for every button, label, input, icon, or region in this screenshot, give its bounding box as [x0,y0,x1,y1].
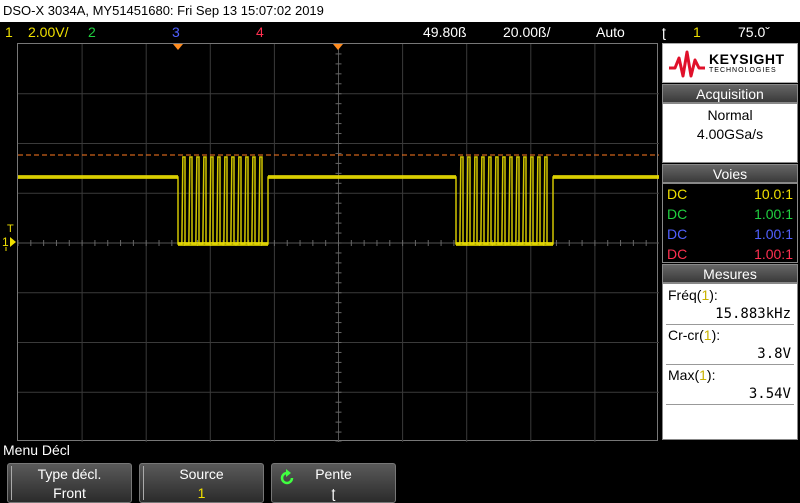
acquisition-mode: Normal [707,107,753,123]
scope-grid [18,44,659,442]
ch3-probe: 1.00:1 [754,226,793,242]
softkey-source-value: 1 [197,485,206,501]
freq-label: Fréq(1): [668,287,718,303]
channel-row-3[interactable]: DC 1.00:1 [663,224,797,244]
softkey-source-label: Source [179,466,224,482]
trigger-level[interactable]: 75.0ˇ [738,22,770,42]
ch3-coupling: DC [667,226,688,242]
acquisition-panel[interactable]: Normal 4.00GSa/s [662,103,798,163]
side-panel: KEYSIGHT TECHNOLOGIES Acquisition Normal… [660,43,800,441]
left-marker-gutter: T 1 [0,43,17,441]
ch1-idle-band [553,175,659,179]
channel-row-1[interactable]: DC 10.0:1 [663,184,797,204]
trigger-mode[interactable]: Auto [596,22,625,42]
softkey-trigger-type-value: Front [53,485,86,501]
pp-channel: 1 [703,327,712,343]
status-bar: 1 2.00V/ 2 3 4 49.80ß 20.00ß/ Auto ʈ 1 7… [0,22,800,42]
ch2-probe: 1.00:1 [754,206,793,222]
peak-peak-label: Cr-cr(1): [668,327,721,343]
softkey-source[interactable]: Source 1 [139,463,264,503]
channels-header: Voies [662,164,798,183]
max-value: 3.54V [748,386,791,402]
ch2-coupling: DC [667,206,688,222]
channel-row-2[interactable]: DC 1.00:1 [663,204,797,224]
ch1-idle-band [18,175,178,179]
freq-value: 15.883kHz [715,306,791,322]
ch4-number[interactable]: 4 [256,22,264,42]
title-text: DSO-X 3034A, MY51451680: Fri Sep 13 15:0… [3,3,324,18]
ch1-probe: 10.0:1 [754,186,793,202]
ch1-scale[interactable]: 2.00V/ [28,22,68,42]
ch2-number[interactable]: 2 [88,22,96,42]
waveform-display[interactable] [17,43,659,442]
softkey-trigger-type-label: Type décl. [37,466,102,482]
channels-panel[interactable]: DC 10.0:1 DC 1.00:1 DC 1.00:1 DC 1.00:1 [662,183,798,263]
ch1-low-band [456,242,553,246]
max-label: Max(1): [668,367,716,383]
sample-rate: 4.00GSa/s [696,126,764,142]
ch3-number[interactable]: 3 [172,22,180,42]
ch1-number[interactable]: 1 [5,22,13,42]
keysight-wave-icon [669,50,705,78]
measures-panel[interactable]: Fréq(1): 15.883kHz Cr-cr(1): 3.8V Max(1)… [662,283,798,440]
ch1-coupling: DC [667,186,688,202]
softkey-bar: Type décl. Front Source 1 Pente ʈ [0,460,800,503]
trigger-position-marker [173,44,183,50]
logo-tagline: TECHNOLOGIES [709,67,777,74]
softkey-slope-value: ʈ [331,485,336,501]
ch1-idle-band [268,175,456,179]
max-channel: 1 [699,367,707,383]
time-offset[interactable]: 49.80ß [423,22,467,42]
measures-header: Mesures [662,264,798,283]
menu-title: Menu Décl [3,442,70,458]
trigger-slope-icon: ʈ [662,24,666,40]
softkey-slope-label: Pente [315,466,352,482]
softkey-trigger-type[interactable]: Type décl. Front [7,463,132,503]
keysight-logo: KEYSIGHT TECHNOLOGIES [662,43,798,83]
peak-peak-value: 3.8V [757,346,791,362]
ch4-probe: 1.00:1 [754,246,793,262]
ch4-coupling: DC [667,246,688,262]
title-bar: DSO-X 3034A, MY51451680: Fri Sep 13 15:0… [0,0,800,22]
ch1-low-band [178,242,268,246]
softkey-slope[interactable]: Pente ʈ [271,463,396,503]
trigger-channel[interactable]: 1 [693,22,701,42]
time-reference-marker [333,44,343,50]
ch1-ground-arrow-icon [5,237,16,251]
logo-brand: KEYSIGHT [709,51,785,67]
channel-row-4[interactable]: DC 1.00:1 [663,244,797,264]
time-scale[interactable]: 20.00ß/ [503,22,550,42]
acquisition-header: Acquisition [662,84,798,103]
